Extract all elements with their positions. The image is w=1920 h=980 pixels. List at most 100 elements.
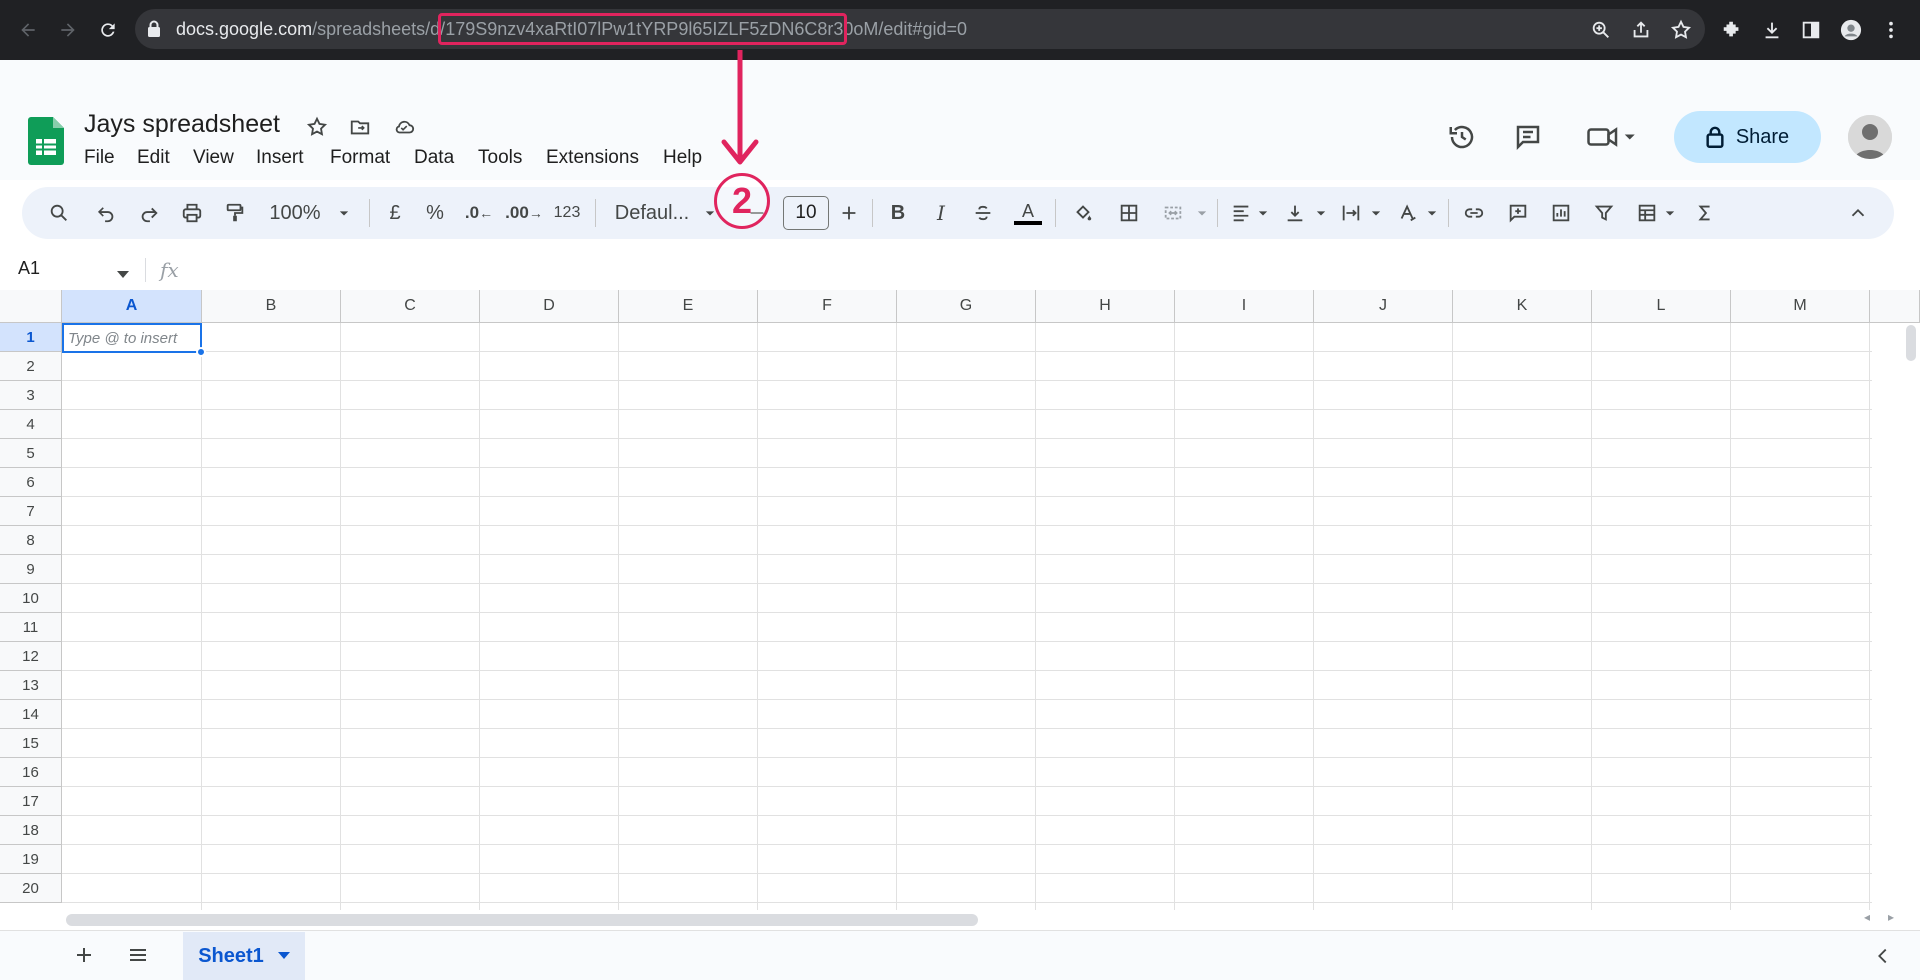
column-header[interactable]: B (202, 290, 341, 323)
vertical-align-icon[interactable] (1280, 198, 1310, 228)
column-header[interactable]: G (897, 290, 1036, 323)
row-header[interactable]: 10 (0, 584, 62, 613)
cloud-status-icon[interactable] (391, 114, 417, 140)
row-header[interactable]: 4 (0, 410, 62, 439)
align-chevron-down-icon[interactable] (1253, 198, 1273, 228)
strikethrough-icon[interactable] (968, 198, 998, 228)
row-header[interactable]: 13 (0, 671, 62, 700)
spreadsheet-grid[interactable]: A B C D E F G H I J K L M 1 2 3 4 5 6 7 … (0, 290, 1920, 910)
forward-icon[interactable] (54, 16, 82, 44)
menu-format[interactable]: Format (330, 147, 390, 169)
column-header[interactable]: L (1592, 290, 1731, 323)
collapse-menus-chevron-up-icon[interactable] (1843, 198, 1873, 228)
merge-chevron-down-icon[interactable] (1192, 198, 1212, 228)
merge-cells-icon[interactable] (1158, 198, 1188, 228)
document-title[interactable]: Jays spreadsheet (84, 110, 280, 139)
bold-button[interactable]: B (883, 198, 913, 228)
menu-help[interactable]: Help (663, 147, 702, 169)
row-header[interactable]: 20 (0, 874, 62, 903)
download-icon[interactable] (1759, 17, 1785, 43)
row-header[interactable]: 19 (0, 845, 62, 874)
horizontal-scrollbar[interactable] (66, 914, 978, 926)
rotation-chevron-down-icon[interactable] (1422, 198, 1442, 228)
zoom-select[interactable]: 100% (266, 198, 324, 228)
row-header[interactable]: 12 (0, 642, 62, 671)
profile-avatar[interactable] (1838, 17, 1864, 43)
row-header[interactable]: 8 (0, 526, 62, 555)
valign-chevron-down-icon[interactable] (1311, 198, 1331, 228)
name-box[interactable]: A1 (18, 258, 40, 279)
search-icon[interactable] (44, 198, 74, 228)
back-icon[interactable] (14, 16, 42, 44)
share-page-icon[interactable] (1628, 17, 1654, 43)
column-header[interactable]: I (1175, 290, 1314, 323)
menu-view[interactable]: View (193, 147, 234, 169)
insert-link-icon[interactable] (1459, 198, 1489, 228)
fill-handle[interactable] (196, 347, 206, 357)
decrease-decimals-button[interactable]: .0 ← (462, 198, 496, 228)
menu-data[interactable]: Data (414, 147, 454, 169)
column-header[interactable]: H (1036, 290, 1175, 323)
row-header[interactable]: 2 (0, 352, 62, 381)
wrap-chevron-down-icon[interactable] (1366, 198, 1386, 228)
font-select[interactable]: Defaul... (612, 198, 692, 228)
print-icon[interactable] (177, 198, 207, 228)
column-header[interactable]: K (1453, 290, 1592, 323)
meet-video-icon[interactable] (1584, 120, 1638, 154)
bookmark-star-icon[interactable] (1668, 17, 1694, 43)
text-wrap-icon[interactable] (1336, 198, 1366, 228)
paint-format-icon[interactable] (220, 198, 250, 228)
italic-button[interactable]: I (926, 198, 956, 228)
row-header[interactable]: 9 (0, 555, 62, 584)
menu-file[interactable]: File (84, 147, 115, 169)
comments-icon[interactable] (1511, 120, 1545, 154)
column-header[interactable]: M (1731, 290, 1870, 323)
redo-icon[interactable] (134, 198, 164, 228)
explore-collapse-chevron-left-icon[interactable] (1872, 945, 1894, 967)
row-header[interactable]: 11 (0, 613, 62, 642)
name-box-chevron-down-icon[interactable] (117, 266, 129, 284)
menu-insert[interactable]: Insert (256, 147, 304, 169)
extensions-icon[interactable] (1719, 17, 1745, 43)
row-header[interactable]: 7 (0, 497, 62, 526)
sheets-logo-icon[interactable] (28, 117, 64, 165)
star-icon[interactable] (304, 114, 330, 140)
account-avatar[interactable] (1848, 115, 1892, 159)
row-header[interactable]: 17 (0, 787, 62, 816)
vertical-scrollbar[interactable] (1906, 325, 1916, 361)
currency-format-button[interactable]: £ (380, 198, 410, 228)
font-size-input[interactable]: 10 (783, 196, 829, 230)
row-header[interactable]: 6 (0, 468, 62, 497)
row-header[interactable]: 3 (0, 381, 62, 410)
column-header[interactable]: E (619, 290, 758, 323)
filter-icon[interactable] (1589, 198, 1619, 228)
side-panel-icon[interactable] (1798, 17, 1824, 43)
filter-views-icon[interactable] (1632, 198, 1662, 228)
insert-chart-icon[interactable] (1546, 198, 1576, 228)
row-header[interactable]: 15 (0, 729, 62, 758)
sheet-tab-chevron-down-icon[interactable] (277, 952, 290, 960)
share-button[interactable]: Share (1674, 111, 1821, 163)
number-format-button[interactable]: 123 (550, 198, 584, 228)
sheet-tab-sheet1[interactable]: Sheet1 (183, 932, 305, 980)
increase-decimals-button[interactable]: .00 → (505, 198, 543, 228)
insert-comment-icon[interactable] (1503, 198, 1533, 228)
menu-tools[interactable]: Tools (478, 147, 522, 169)
cell-input-placeholder[interactable]: Type @ to insert (68, 330, 177, 347)
move-folder-icon[interactable] (347, 114, 373, 140)
increase-font-size-button[interactable] (834, 198, 864, 228)
scroll-right-icon[interactable]: ▸ (1888, 910, 1894, 924)
version-history-icon[interactable] (1445, 120, 1479, 154)
text-color-button[interactable]: A (1012, 198, 1044, 228)
column-header[interactable]: D (480, 290, 619, 323)
percent-format-button[interactable]: % (420, 198, 450, 228)
borders-icon[interactable] (1114, 198, 1144, 228)
add-sheet-icon[interactable] (72, 943, 96, 967)
filter-views-chevron-down-icon[interactable] (1660, 198, 1680, 228)
select-all-corner[interactable] (0, 290, 62, 323)
column-header[interactable]: C (341, 290, 480, 323)
horizontal-align-icon[interactable] (1226, 198, 1256, 228)
text-rotation-icon[interactable] (1393, 198, 1423, 228)
row-header[interactable]: 5 (0, 439, 62, 468)
column-header[interactable]: A (62, 290, 202, 323)
